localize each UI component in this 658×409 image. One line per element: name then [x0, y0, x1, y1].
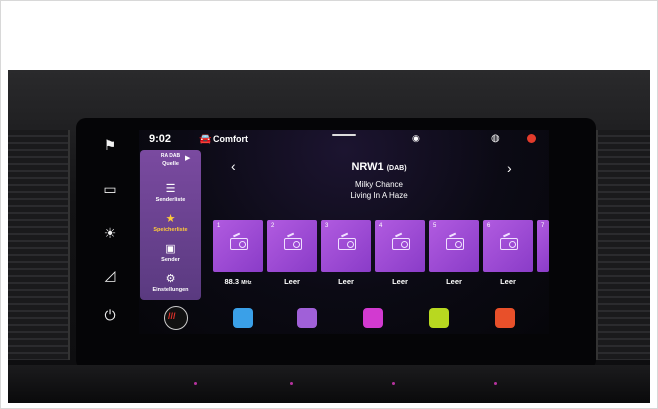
dab-icon: RA DAB — [160, 153, 181, 159]
menu-item-label: Einstellungen — [152, 287, 189, 293]
preset-number: 7 — [541, 223, 545, 229]
chevron-right-icon: ▶ — [185, 155, 191, 162]
infotainment-screen: 9:02 🚘 Comfort ◉ ◍ RA DAB ▶ Quelle ☰ Sen… — [139, 130, 549, 334]
preset-frequency: 88.3 — [224, 277, 240, 286]
radio-icon — [446, 238, 464, 250]
car-icon: 🚘 — [199, 134, 212, 145]
home-menu-icon[interactable] — [164, 306, 188, 330]
menu-item-sender[interactable]: ▣ Sender — [140, 240, 201, 268]
preset-tile[interactable]: 4 — [375, 220, 425, 272]
brightness-up-icon[interactable]: ☀ — [90, 218, 130, 248]
preset-label: Leer — [446, 277, 462, 286]
preset-tile[interactable]: 5 — [429, 220, 479, 272]
radio-icon — [284, 238, 302, 250]
brightness-down-icon[interactable]: ◿ — [90, 260, 130, 290]
preset-label: Leer — [392, 277, 408, 286]
flag-icon[interactable]: ⚑ — [90, 130, 130, 160]
menu-item-label: Speicherliste — [153, 227, 188, 233]
menu-item-einstellungen[interactable]: ⚙ Einstellungen — [140, 270, 201, 298]
preset-number: 2 — [271, 223, 275, 229]
car-settings-icon[interactable] — [495, 308, 515, 328]
phone-icon[interactable] — [429, 308, 449, 328]
media-icon[interactable] — [297, 308, 317, 328]
preset-number: 5 — [433, 223, 437, 229]
screen-icon[interactable]: ▭ — [90, 174, 130, 204]
ambient-light — [494, 382, 497, 385]
preset-number: 6 — [487, 223, 491, 229]
radio-icon — [230, 238, 248, 250]
left-air-vent — [8, 130, 70, 360]
ambient-light — [290, 382, 293, 385]
preset-tile[interactable]: 3 — [321, 220, 371, 272]
app-dock — [139, 304, 549, 332]
menu-item-label: Quelle — [162, 161, 179, 167]
alert-icon[interactable] — [527, 134, 536, 143]
artist-name: Milky Chance — [354, 180, 403, 189]
radio-icon — [338, 238, 356, 250]
radio-app-icon[interactable] — [363, 308, 383, 328]
menu-item-quelle[interactable]: RA DAB ▶ Quelle — [140, 150, 201, 178]
clock: 9:02 — [149, 133, 172, 145]
navigation-icon[interactable] — [233, 308, 253, 328]
previous-station-button[interactable]: ‹ — [231, 158, 236, 174]
hardware-button-column: ⚑ ▭ ☀ ◿ ⏻ — [90, 130, 130, 360]
power-icon[interactable]: ⏻ — [90, 300, 130, 330]
band-label: (DAB) — [386, 165, 407, 172]
preset-tile[interactable]: 2 — [267, 220, 317, 272]
radio-icon: ▣ — [165, 243, 176, 255]
menu-item-speicherliste[interactable]: ★ Speicherliste — [140, 210, 201, 238]
star-icon: ★ — [165, 213, 176, 225]
status-bar: 9:02 🚘 Comfort ◉ ◍ — [139, 130, 549, 148]
radio-icon — [392, 238, 410, 250]
preset-tile[interactable]: 7 — [537, 220, 549, 272]
preset-unit: MHz — [241, 280, 252, 286]
wifi-icon: ◉ — [412, 133, 420, 143]
preset-number: 3 — [325, 223, 329, 229]
station-title: NRW1 — [351, 161, 384, 173]
gear-icon: ⚙ — [165, 273, 176, 285]
list-icon: ☰ — [165, 183, 176, 195]
preset-label: 88.3 MHz — [213, 277, 263, 286]
preset-number: 4 — [379, 223, 383, 229]
preset-label: Leer — [284, 277, 300, 286]
next-station-button[interactable]: › — [507, 160, 512, 176]
preset-number: 1 — [217, 223, 221, 229]
ambient-light — [194, 382, 197, 385]
preset-label: Leer — [500, 277, 516, 286]
ambient-light — [392, 382, 395, 385]
menu-item-senderliste[interactable]: ☰ Senderliste — [140, 180, 201, 208]
drive-profile[interactable]: Comfort — [213, 134, 248, 144]
preset-label: Leer — [338, 277, 354, 286]
globe-icon[interactable]: ◍ — [491, 133, 500, 144]
menu-item-label: Sender — [161, 257, 180, 263]
pull-down-handle[interactable] — [332, 134, 356, 136]
preset-tile[interactable]: 6 — [483, 220, 533, 272]
station-name: NRW1 (DAB) — [289, 161, 469, 173]
menu-item-label: Senderliste — [155, 197, 186, 203]
preset-list: 1 88.3 MHz 2 Leer 3 Leer 4 Leer 5 Leer 6 — [213, 220, 549, 290]
radio-icon — [500, 238, 518, 250]
song-title: Living In A Haze — [350, 191, 408, 200]
lower-trim — [8, 365, 650, 403]
preset-tile[interactable]: 1 — [213, 220, 263, 272]
right-air-vent — [596, 130, 650, 360]
radio-source-menu: RA DAB ▶ Quelle ☰ Senderliste ★ Speicher… — [140, 150, 201, 300]
